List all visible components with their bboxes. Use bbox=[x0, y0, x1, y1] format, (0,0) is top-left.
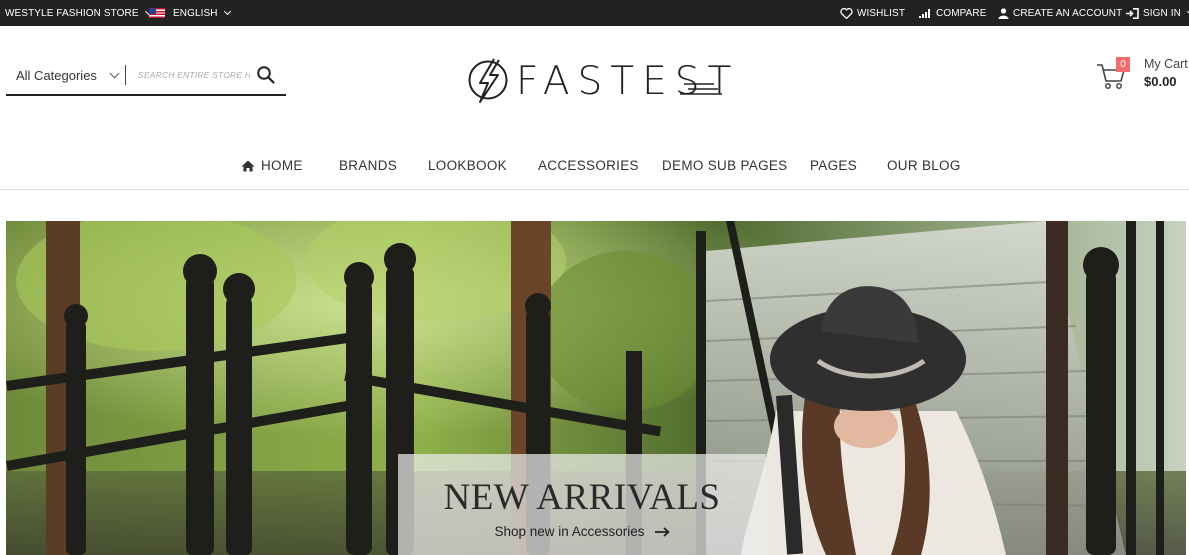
nav-item-pages[interactable]: PAGES bbox=[810, 158, 857, 173]
nav-item-label: BRANDS bbox=[339, 158, 398, 173]
compare-link[interactable]: COMPARE bbox=[919, 0, 987, 26]
wishlist-label: WISHLIST bbox=[857, 7, 906, 19]
search-bar: All Categories bbox=[6, 58, 286, 96]
create-account-label: CREATE AN ACCOUNT bbox=[1013, 7, 1123, 19]
store-switcher[interactable]: WESTYLE FASHION STORE bbox=[5, 0, 152, 26]
nav-item-brands[interactable]: BRANDS bbox=[339, 158, 397, 173]
store-switcher-label: WESTYLE FASHION STORE bbox=[5, 7, 139, 19]
cart-total: $0.00 bbox=[1144, 74, 1177, 89]
nav-item-label: HOME bbox=[261, 158, 303, 173]
home-icon bbox=[241, 160, 255, 171]
lightning-bolt-icon bbox=[468, 58, 508, 103]
chevron-down-icon bbox=[109, 68, 120, 78]
main-navigation: HOME BRANDS LOOKBOOK ACCESSORIES DEMO SU… bbox=[0, 150, 1189, 190]
language-switcher[interactable]: ENGLISH bbox=[149, 0, 231, 26]
create-account-link[interactable]: CREATE AN ACCOUNT bbox=[998, 0, 1122, 26]
shop-accessories-link[interactable]: Shop new in Accessories bbox=[494, 524, 670, 539]
nav-item-label: PAGES bbox=[810, 158, 858, 173]
hero-title: NEW ARRIVALS bbox=[443, 477, 721, 518]
nav-item-label: LOOKBOOK bbox=[428, 158, 507, 173]
category-select[interactable]: All Categories bbox=[16, 58, 120, 92]
nav-item-demo-sub-pages[interactable]: DEMO SUB PAGES bbox=[662, 158, 787, 173]
language-label: ENGLISH bbox=[173, 7, 218, 19]
nav-item-label: ACCESSORIES bbox=[538, 158, 639, 173]
sign-in-link[interactable]: SIGN IN bbox=[1126, 0, 1189, 26]
compare-label: COMPARE bbox=[936, 7, 987, 19]
site-logo[interactable]: FASTEST bbox=[466, 56, 731, 106]
user-icon bbox=[998, 7, 1009, 19]
nav-item-our-blog[interactable]: OUR BLOG bbox=[887, 158, 961, 173]
search-icon bbox=[257, 66, 275, 84]
top-bar: WESTYLE FASHION STORE ENGLISH WISHLIST C… bbox=[0, 0, 1189, 26]
cart-label: My Cart bbox=[1144, 57, 1188, 71]
nav-item-lookbook[interactable]: LOOKBOOK bbox=[428, 158, 507, 173]
nav-item-accessories[interactable]: ACCESSORIES bbox=[538, 158, 639, 173]
search-button[interactable] bbox=[256, 65, 276, 85]
chevron-down-icon bbox=[223, 7, 231, 16]
heart-icon bbox=[840, 7, 853, 19]
nav-item-home[interactable]: HOME bbox=[241, 158, 303, 173]
hero-caption: NEW ARRIVALS Shop new in Accessories bbox=[398, 454, 766, 555]
sign-in-icon bbox=[1126, 7, 1139, 19]
search-input[interactable] bbox=[138, 65, 250, 85]
hero-banner[interactable]: NEW ARRIVALS Shop new in Accessories bbox=[6, 221, 1186, 555]
hero-link-label: Shop new in Accessories bbox=[494, 524, 645, 539]
search-divider bbox=[125, 65, 126, 85]
signal-bars-icon bbox=[919, 9, 930, 18]
mini-cart[interactable]: 0 My Cart $0.00 bbox=[1096, 56, 1189, 96]
arrow-right-icon bbox=[654, 526, 670, 537]
nav-item-label: DEMO SUB PAGES bbox=[662, 158, 788, 173]
sign-in-label: SIGN IN bbox=[1143, 7, 1181, 19]
category-select-label: All Categories bbox=[16, 67, 97, 83]
us-flag-icon bbox=[149, 8, 165, 18]
wishlist-link[interactable]: WISHLIST bbox=[840, 0, 905, 26]
speed-lines-icon bbox=[680, 83, 722, 95]
cart-count-badge: 0 bbox=[1116, 57, 1130, 72]
nav-item-label: OUR BLOG bbox=[887, 158, 961, 173]
